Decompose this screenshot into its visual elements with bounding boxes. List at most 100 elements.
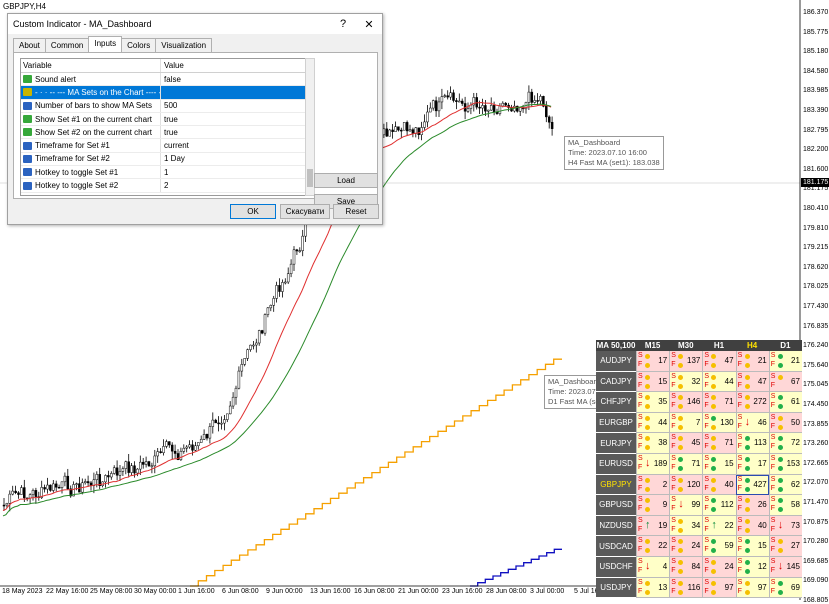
signal-cell[interactable]: S F ↓ 4	[636, 556, 670, 578]
signal-cell[interactable]: SF 7	[669, 412, 703, 434]
signal-cell[interactable]: S F ↓ 145	[768, 556, 802, 578]
tab-colors[interactable]: Colors	[121, 38, 157, 52]
ok-button[interactable]: OK	[230, 204, 276, 219]
signal-cell[interactable]: S F 59	[702, 536, 736, 557]
symbol-cell[interactable]: EURGBP	[596, 412, 636, 434]
signal-cell[interactable]: S F 40	[735, 515, 769, 537]
signal-cell[interactable]: S F 32	[669, 371, 703, 393]
signal-cell[interactable]: S F 47	[702, 351, 736, 372]
symbol-cell[interactable]: GBPUSD	[596, 495, 636, 516]
timeframe-header-d1[interactable]: D1	[769, 340, 802, 351]
variable-header[interactable]: Variable	[21, 59, 161, 72]
signal-cell[interactable]: S F 27	[768, 536, 802, 557]
symbol-cell[interactable]: CHFJPY	[596, 392, 636, 413]
symbol-cell[interactable]: USDJPY	[596, 577, 636, 599]
grid-row[interactable]: Show Set #1 on the current chart true	[21, 112, 305, 127]
signal-cell[interactable]: SF 2	[636, 474, 670, 496]
signal-cell[interactable]: S F 44	[702, 371, 736, 393]
grid-row[interactable]: Hotkey to toggle Set #1 1	[21, 166, 305, 180]
signal-cell[interactable]: S F 113	[735, 433, 769, 454]
signal-cell[interactable]: S F 130	[702, 412, 736, 434]
reset-button[interactable]: Reset	[333, 204, 379, 219]
signal-cell[interactable]: S F 38	[636, 433, 670, 454]
signal-cell[interactable]: S F 62	[768, 474, 802, 496]
scrollbar-thumb[interactable]	[307, 169, 313, 187]
grid-row[interactable]: Show Set #2 on the current chart true	[21, 126, 305, 140]
tab-visualization[interactable]: Visualization	[155, 38, 213, 52]
signal-cell[interactable]: S F 24	[669, 536, 703, 557]
signal-cell[interactable]: S F 24	[702, 556, 736, 578]
symbol-cell[interactable]: EURUSD	[596, 453, 636, 475]
signal-cell[interactable]: S F 50	[768, 412, 802, 434]
grid-row[interactable]: Hotkey to toggle Set #2 2	[21, 179, 305, 193]
signal-cell[interactable]: S F 21	[735, 351, 769, 372]
signal-cell[interactable]: S F 153	[768, 453, 802, 475]
signal-cell[interactable]: S F 17	[636, 351, 670, 372]
symbol-cell[interactable]: CADJPY	[596, 371, 636, 393]
symbol-cell[interactable]: USDCAD	[596, 536, 636, 557]
signal-cell[interactable]: S F 34	[669, 515, 703, 537]
tab-about[interactable]: About	[13, 38, 46, 52]
signal-cell[interactable]: S F 97	[735, 577, 769, 599]
cancel-button[interactable]: Скасувати	[280, 204, 330, 219]
symbol-cell[interactable]: NZDUSD	[596, 515, 636, 537]
signal-cell[interactable]: S F ↓ 99	[669, 495, 703, 516]
signal-cell[interactable]: S F ↑ 22	[702, 515, 736, 537]
signal-cell[interactable]: S F 427	[735, 474, 769, 496]
signal-cell[interactable]: S F 22	[636, 536, 670, 557]
signal-cell[interactable]: S F 12	[735, 556, 769, 578]
signal-cell[interactable]: S F 137	[669, 351, 703, 372]
signal-cell[interactable]: S F 71	[669, 453, 703, 475]
signal-cell[interactable]: S F 17	[735, 453, 769, 475]
tab-common[interactable]: Common	[44, 38, 90, 52]
value-cell[interactable]: 1 Day	[161, 154, 185, 163]
signal-cell[interactable]: S F 15	[735, 536, 769, 557]
value-cell[interactable]: false	[161, 75, 181, 84]
close-icon[interactable]: ✕	[356, 18, 382, 31]
signal-cell[interactable]: S F 15	[636, 371, 670, 393]
signal-cell[interactable]: S F 13	[636, 577, 670, 599]
signal-cell[interactable]: S F 35	[636, 392, 670, 413]
grid-row[interactable]: Number of bars to show MA Sets 500	[21, 99, 305, 113]
symbol-cell[interactable]: EURJPY	[596, 433, 636, 454]
value-cell[interactable]: 500	[161, 101, 177, 110]
symbol-cell[interactable]: GBPJPY	[596, 474, 636, 496]
load-button[interactable]: Load	[314, 173, 378, 188]
help-button[interactable]: ?	[330, 18, 356, 30]
signal-cell[interactable]: S F 71	[702, 433, 736, 454]
grid-row[interactable]: Timeframe for Set #2 1 Day	[21, 152, 305, 167]
value-cell[interactable]: 2	[161, 181, 168, 190]
timeframe-header-m30[interactable]: M30	[669, 340, 702, 351]
timeframe-header-h4[interactable]: H4	[736, 340, 769, 351]
signal-cell[interactable]: S F 116	[669, 577, 703, 599]
grid-row[interactable]: - · · -- --- MA Sets on the Chart ---- -…	[21, 86, 305, 100]
value-header[interactable]: Value	[161, 61, 184, 70]
timeframe-header-m15[interactable]: M15	[636, 340, 669, 351]
value-cell[interactable]: true	[161, 115, 178, 124]
value-cell[interactable]: 1	[161, 168, 168, 177]
signal-cell[interactable]: S F 44	[636, 412, 670, 434]
grid-row[interactable]: Timeframe for Set #1 current	[21, 139, 305, 153]
signal-cell[interactable]: S F 47	[735, 371, 769, 393]
signal-cell[interactable]: S F 21	[768, 351, 802, 372]
dialog-titlebar[interactable]: Custom Indicator - MA_Dashboard ? ✕	[8, 14, 382, 34]
value-cell[interactable]: true	[161, 128, 178, 137]
signal-cell[interactable]: SF 9	[636, 495, 670, 516]
signal-cell[interactable]: S F 112	[702, 495, 736, 516]
signal-cell[interactable]: S F 97	[702, 577, 736, 599]
signal-cell[interactable]: S F 45	[669, 433, 703, 454]
signal-cell[interactable]: S F 40	[702, 474, 736, 496]
signal-cell[interactable]: S F ↓ 46	[735, 412, 769, 434]
signal-cell[interactable]: S F 58	[768, 495, 802, 516]
value-cell[interactable]: current	[161, 141, 189, 150]
signal-cell[interactable]: S F 15	[702, 453, 736, 475]
signal-cell[interactable]: S F 120	[669, 474, 703, 496]
signal-cell[interactable]: S F 72	[768, 433, 802, 454]
signal-cell[interactable]: S F ↓ 189	[636, 453, 670, 475]
signal-cell[interactable]: S F 71	[702, 392, 736, 413]
signal-cell[interactable]: S F 69	[768, 577, 802, 599]
signal-cell[interactable]: S F ↑ 19	[636, 515, 670, 537]
signal-cell[interactable]: S F 26	[735, 495, 769, 516]
symbol-cell[interactable]: AUDJPY	[596, 351, 636, 372]
signal-cell[interactable]: S F 61	[768, 392, 802, 413]
